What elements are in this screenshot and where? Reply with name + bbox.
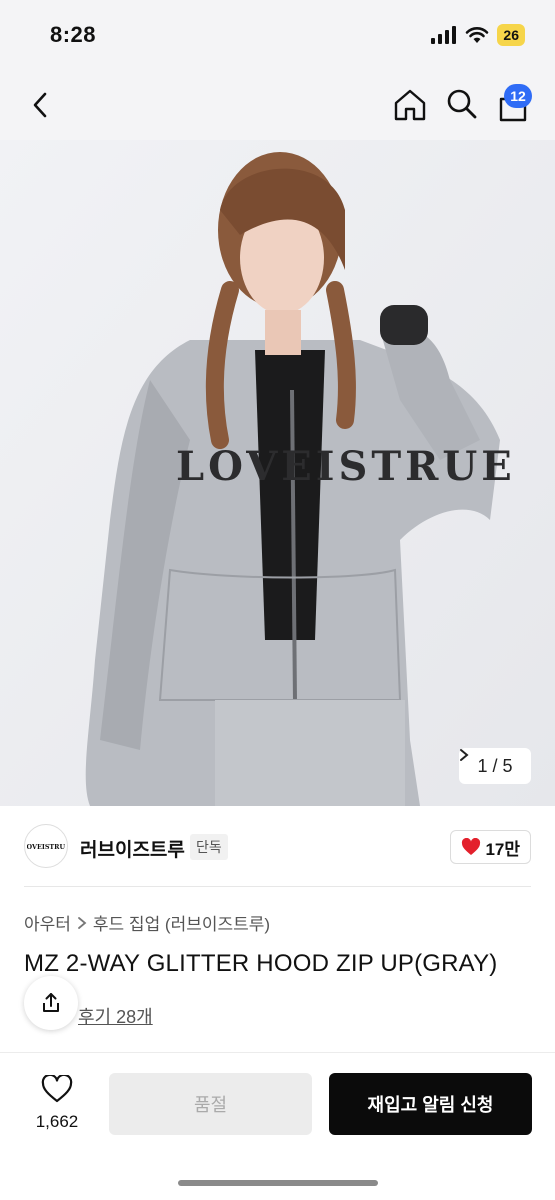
divider: [24, 886, 531, 887]
status-icons: 26: [431, 24, 525, 46]
review-link[interactable]: 후기 28개: [78, 1003, 153, 1029]
restock-alert-button[interactable]: 재입고 알림 신청: [329, 1073, 532, 1135]
battery-indicator: 26: [497, 24, 525, 46]
heart-filled-icon: [462, 838, 481, 855]
home-indicator: [178, 1180, 378, 1186]
chevron-right-icon: [78, 916, 87, 929]
breadcrumb-item-subcategory[interactable]: 후드 집업 (러브이즈트루): [93, 910, 270, 935]
wifi-icon: [466, 27, 489, 43]
brand-like-count: 17만: [485, 839, 520, 859]
cart-count-badge: 12: [504, 84, 532, 108]
brand-like-button[interactable]: 17만: [450, 830, 531, 864]
product-title: MZ 2-WAY GLITTER HOOD ZIP UP(GRAY): [24, 950, 498, 977]
image-counter-text: 1 / 5: [477, 755, 513, 776]
signal-icon: [431, 26, 457, 44]
exclusive-badge: 단독: [190, 834, 228, 860]
chevron-right-icon: [460, 749, 469, 761]
nav-bar: 12: [0, 70, 555, 140]
wishlist-button[interactable]: 1,662: [24, 1073, 90, 1132]
share-button[interactable]: [24, 976, 78, 1030]
breadcrumb-item-category[interactable]: 아우터: [24, 910, 71, 935]
breadcrumb: 아우터 후드 집업 (러브이즈트루): [24, 910, 270, 935]
svg-text:LOVEISTRUE: LOVEISTRUE: [27, 843, 65, 851]
brand-logo-mark: LOVEISTRUE: [27, 843, 65, 851]
brand-name[interactable]: 러브이즈트루: [80, 835, 185, 862]
bottom-action-bar: 1,662 품절 재입고 알림 신청: [0, 1052, 555, 1200]
hoodie-print-text: LOVEISTRUE: [176, 443, 516, 490]
product-photo: LOVEISTRUE: [0, 140, 555, 806]
image-counter[interactable]: 1 / 5: [459, 748, 531, 784]
wishlist-count: 1,662: [35, 1112, 79, 1131]
brand-logo[interactable]: LOVEISTRUE: [24, 824, 68, 868]
product-image-gallery[interactable]: LOVEISTRUE 1 / 5: [0, 140, 555, 806]
sold-out-button: 품절: [109, 1073, 312, 1135]
heart-outline-icon: [41, 1073, 73, 1103]
status-time: 8:28: [50, 22, 97, 47]
brand-row: LOVEISTRUE 러브이즈트루 단독 17만: [0, 806, 555, 886]
search-icon[interactable]: [444, 86, 480, 122]
share-icon: [43, 993, 59, 1012]
home-icon[interactable]: [391, 86, 429, 124]
status-bar: 8:28 26: [0, 0, 555, 70]
back-icon[interactable]: [24, 88, 58, 122]
